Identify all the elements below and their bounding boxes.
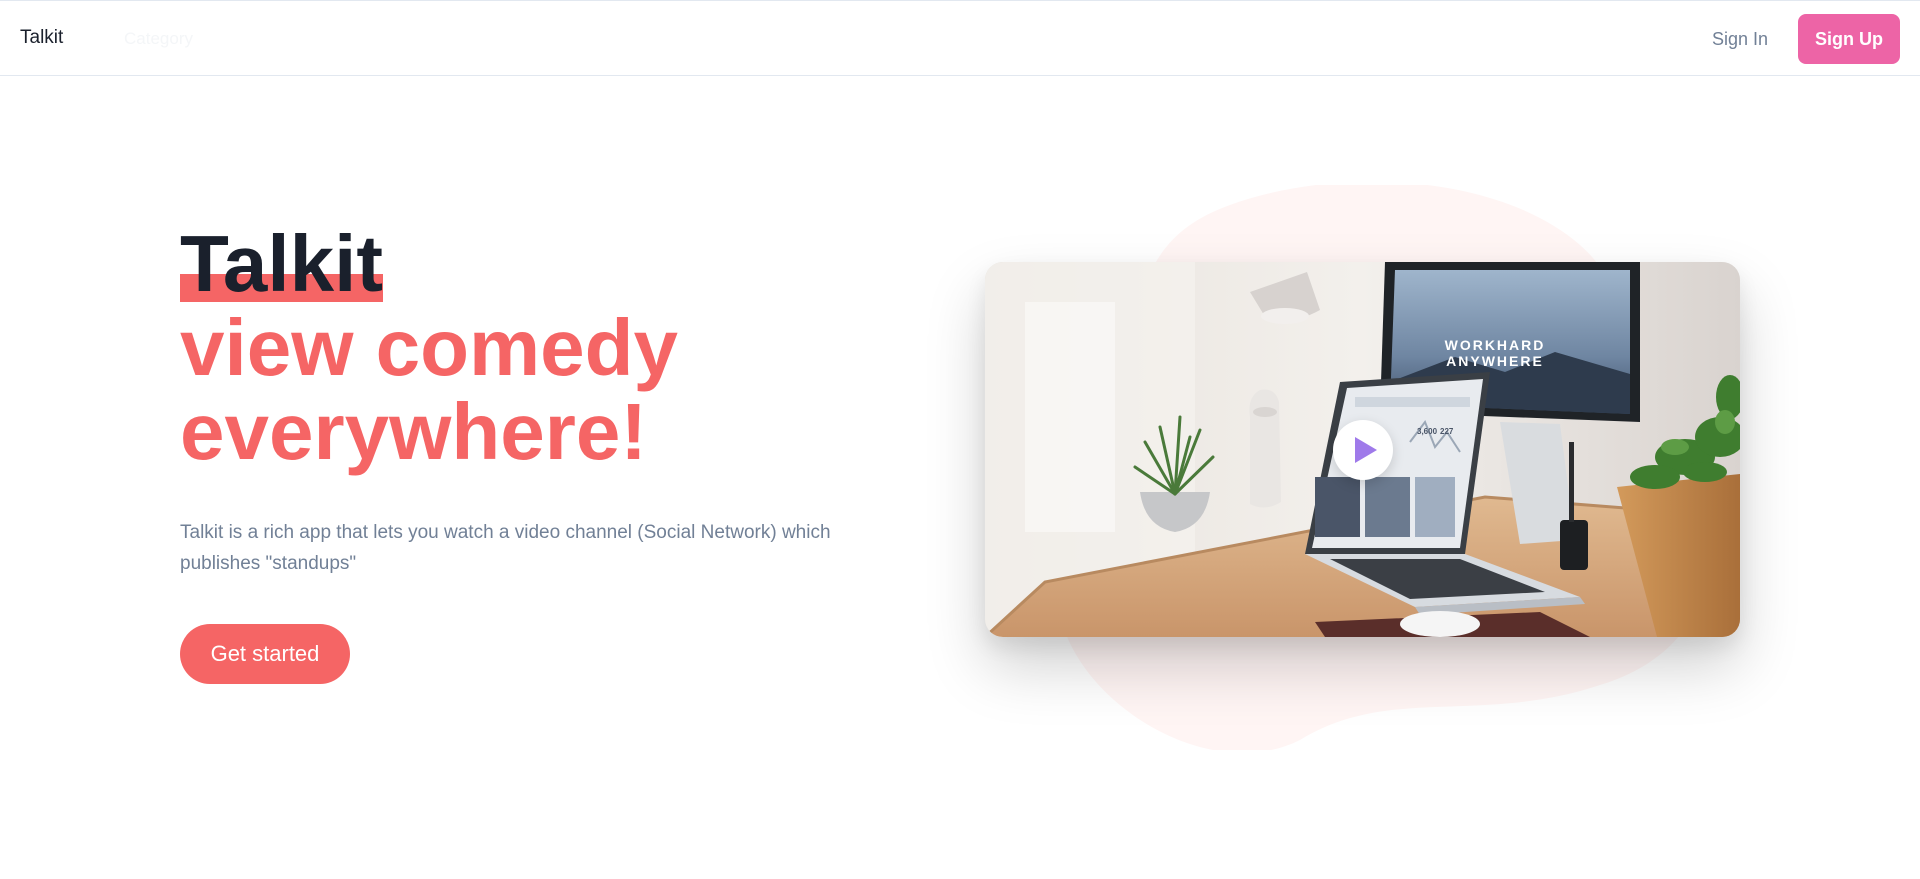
hero-title-brand-text: Talkit bbox=[180, 219, 384, 308]
monitor-caption-line1: WORKHARD bbox=[1445, 337, 1546, 353]
play-button[interactable] bbox=[1333, 420, 1393, 480]
get-started-button[interactable]: Get started bbox=[180, 624, 350, 684]
sign-up-button[interactable]: Sign Up bbox=[1798, 14, 1900, 64]
laptop-stat-1: 3,600 bbox=[1417, 427, 1438, 436]
hero-title-line2: view comedy bbox=[180, 303, 679, 392]
laptop-stat-2: 227 bbox=[1440, 427, 1454, 436]
nav-categories[interactable]: Category bbox=[124, 29, 193, 49]
hero-description: Talkit is a rich app that lets you watch… bbox=[180, 522, 831, 574]
monitor-caption-line2: ANYWHERE bbox=[1446, 353, 1544, 369]
play-icon bbox=[1355, 437, 1377, 463]
hero-title: Talkit view comedy everywhere! bbox=[180, 222, 678, 474]
hero-title-line3: everywhere! bbox=[180, 387, 647, 476]
video-thumbnail[interactable]: WORKHARD ANYWHERE 3,600 227 bbox=[985, 262, 1740, 637]
brand-link[interactable]: Talkit bbox=[20, 27, 63, 49]
top-navbar: Talkit Category Sign In Sign Up bbox=[0, 0, 1920, 76]
sign-in-link[interactable]: Sign In bbox=[1712, 29, 1768, 50]
hero-title-brand: Talkit bbox=[180, 219, 384, 308]
